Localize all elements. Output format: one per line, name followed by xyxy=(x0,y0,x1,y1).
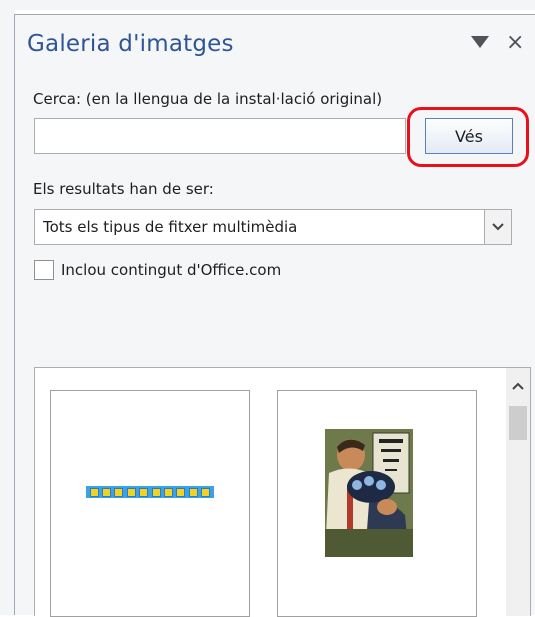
results-label: Els resultats han de ser: xyxy=(33,180,214,198)
pane-options-icon[interactable] xyxy=(471,36,489,48)
office-content-label: Inclou contingut d'Office.com xyxy=(61,261,282,279)
close-icon[interactable]: × xyxy=(506,31,524,55)
scroll-up-icon[interactable] xyxy=(506,372,530,400)
chevron-down-icon[interactable] xyxy=(484,210,511,244)
window-top-strip xyxy=(0,0,535,10)
office-content-option[interactable]: Inclou contingut d'Office.com xyxy=(34,260,281,280)
scroll-thumb[interactable] xyxy=(509,406,527,440)
clip-art-pane: Galeria d'imatges × Cerca: (en la llengu… xyxy=(14,14,535,617)
results-gallery xyxy=(34,367,531,617)
document-area-edge xyxy=(0,0,14,615)
search-label: Cerca: (en la llengua de la instal·lació… xyxy=(33,90,383,108)
search-input[interactable] xyxy=(34,118,406,154)
media-type-value: Tots els tipus de fitxer multimèdia xyxy=(43,218,298,236)
go-button[interactable]: Vés xyxy=(425,118,513,154)
results-scrollbar[interactable] xyxy=(506,368,530,616)
dotted-border-clipart-icon xyxy=(86,486,214,498)
eye-exam-clipart-icon xyxy=(325,429,413,557)
gallery-item-dotted-border[interactable] xyxy=(50,390,250,617)
office-content-checkbox[interactable] xyxy=(34,260,54,280)
media-type-select[interactable]: Tots els tipus de fitxer multimèdia xyxy=(34,209,512,245)
pane-title: Galeria d'imatges xyxy=(27,31,234,57)
gallery-item-eye-exam[interactable] xyxy=(277,390,477,617)
